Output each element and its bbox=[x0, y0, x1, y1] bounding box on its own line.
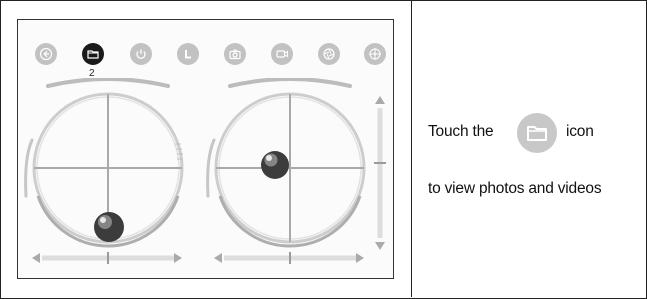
compass-icon[interactable] bbox=[364, 43, 386, 65]
power-icon[interactable] bbox=[130, 43, 152, 65]
back-icon[interactable] bbox=[35, 43, 57, 65]
folder-icon bbox=[517, 113, 557, 153]
instruction-line2: to view photos and videos bbox=[428, 180, 602, 197]
l-icon[interactable] bbox=[177, 43, 199, 65]
column-divider bbox=[411, 0, 412, 297]
aperture-icon[interactable] bbox=[318, 43, 340, 65]
camera-icon[interactable] bbox=[224, 43, 246, 65]
remote-controller-screen: 2 bbox=[17, 19, 394, 279]
right-joystick[interactable] bbox=[200, 78, 393, 278]
left-joystick[interactable] bbox=[18, 78, 198, 278]
folder-icon[interactable] bbox=[82, 43, 104, 65]
instruction-line1-prefix: Touch the bbox=[428, 123, 494, 140]
instruction-line1-suffix: icon bbox=[566, 123, 594, 140]
video-icon[interactable] bbox=[271, 43, 293, 65]
